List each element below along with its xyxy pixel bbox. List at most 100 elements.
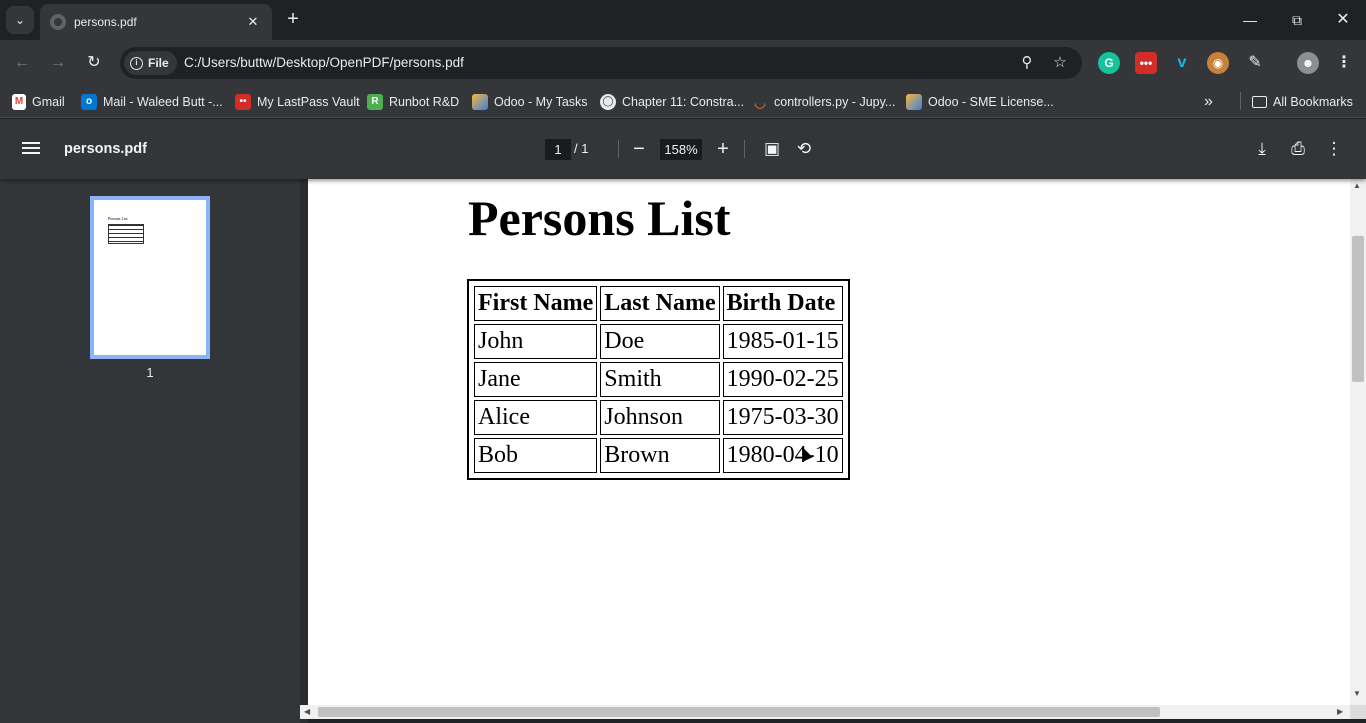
scroll-down-icon[interactable]: ▼ [1353, 689, 1361, 698]
runbot-icon: R [367, 94, 383, 110]
bookmark-chapter11[interactable]: ◯ Chapter 11: Constra... [600, 92, 744, 112]
table-cell: Johnson [600, 400, 720, 435]
column-header: First Name [474, 286, 598, 321]
zoom-level-input[interactable]: 158% [660, 139, 702, 160]
scroll-right-icon[interactable]: ▶ [1337, 707, 1343, 716]
info-icon: i [130, 56, 143, 70]
extensions-puzzle-icon[interactable]: ✎ [1244, 52, 1266, 74]
rotate-icon[interactable]: ⟲ [792, 137, 816, 161]
extension-icon[interactable]: ◉ [1207, 52, 1229, 74]
thumbnail-title: Persons List [108, 216, 128, 221]
bookmark-label: Chapter 11: Constra... [622, 95, 745, 109]
browser-menu-icon[interactable]: ⋮ [1333, 52, 1355, 74]
back-icon[interactable]: ← [10, 51, 34, 75]
zoom-in-icon[interactable]: + [711, 137, 735, 161]
bookmark-label: Odoo - SME License... [928, 95, 1054, 109]
pdf-more-icon[interactable]: ⋮ [1322, 137, 1346, 161]
download-icon[interactable]: ⤓ [1250, 137, 1274, 161]
document-heading: Persons List [468, 190, 731, 246]
bookmark-odoo-license[interactable]: Odoo - SME License... [906, 92, 1054, 112]
vertical-scroll-thumb[interactable] [1352, 236, 1364, 382]
minimize-icon[interactable]: — [1238, 8, 1262, 32]
lastpass-extension-icon[interactable]: ••• [1135, 52, 1157, 74]
restore-icon[interactable]: ⧉ [1285, 8, 1309, 32]
url-text[interactable]: C:/Users/buttw/Desktop/OpenPDF/persons.p… [184, 55, 464, 70]
tab-search-chevron-icon[interactable]: ⌄ [6, 6, 34, 34]
folder-icon [1252, 96, 1267, 108]
page-thumbnail[interactable]: Persons List [90, 196, 210, 359]
table-cell: 1990-02-25 [722, 362, 843, 397]
bookmark-label: Mail - Waleed Butt -... [103, 95, 223, 109]
table-cell: 1975-03-30 [722, 400, 843, 435]
table-cell: Bob [474, 438, 598, 473]
browser-toolbar: ← → ↻ i File C:/Users/buttw/Desktop/Open… [0, 40, 1366, 86]
bookmarks-divider [1240, 92, 1241, 110]
horizontal-scroll-thumb[interactable] [318, 707, 1160, 717]
more-bookmarks-chevron-icon[interactable]: » [1204, 92, 1213, 112]
toolbar-divider [618, 140, 619, 158]
bookmarks-bar: M Gmail o Mail - Waleed Butt -... •• My Las… [0, 86, 1366, 118]
table-row: Alice Johnson 1975-03-30 [474, 400, 843, 435]
all-bookmarks-label: All Bookmarks [1273, 95, 1353, 109]
table-cell: Smith [600, 362, 720, 397]
close-window-icon[interactable]: ✕ [1331, 8, 1355, 32]
scroll-left-icon[interactable]: ◀ [304, 707, 310, 716]
thumbnail-sidebar: Persons List 1 [0, 179, 300, 723]
bookmark-star-icon[interactable]: ☆ [1049, 52, 1071, 74]
tab-strip: ⌄ persons.pdf ✕ + — ⧉ ✕ [0, 0, 1366, 40]
reload-icon[interactable]: ↻ [82, 51, 106, 75]
forward-icon[interactable]: → [46, 51, 70, 75]
table-cell: Brown [600, 438, 720, 473]
outlook-icon: o [81, 94, 97, 110]
bookmark-label: My LastPass Vault [257, 95, 360, 109]
pdf-page: Persons List First Name Last Name Birth … [308, 179, 1350, 705]
bookmark-gmail[interactable]: M Gmail [12, 92, 65, 112]
page-number-input[interactable]: 1 [545, 139, 571, 160]
profile-avatar[interactable]: ☻ [1297, 52, 1319, 74]
bookmark-label: Runbot R&D [389, 95, 460, 109]
table-header-row: First Name Last Name Birth Date [474, 286, 843, 321]
table-cell: 1985-01-15 [722, 324, 843, 359]
bookmark-odoo-tasks[interactable]: Odoo - My Tasks [472, 92, 588, 112]
fit-to-page-icon[interactable]: ▣ [760, 137, 784, 161]
pdf-toolbar: persons.pdf 1 / 1 − 158% + ▣ ⟲ ⤓ ⎙ ⋮ [0, 119, 1366, 179]
lastpass-icon: •• [235, 94, 251, 110]
sidebar-menu-icon[interactable] [22, 139, 42, 159]
close-tab-icon[interactable]: ✕ [244, 14, 262, 30]
jupyter-icon: ◡ [754, 94, 766, 110]
sidebar-resize-handle[interactable] [300, 179, 308, 723]
all-bookmarks[interactable]: All Bookmarks [1252, 92, 1353, 112]
bookmark-jupyter[interactable]: ◡ controllers.py - Jupy... [752, 92, 896, 112]
bookmark-label: Gmail [32, 95, 65, 109]
globe-icon: ◯ [600, 94, 616, 110]
bookmark-runbot[interactable]: R Runbot R&D [367, 92, 459, 112]
odoo-icon [472, 94, 488, 110]
grammarly-icon[interactable]: G [1098, 52, 1120, 74]
bookmark-label: Odoo - My Tasks [494, 95, 588, 109]
thumbnail-table [108, 224, 144, 244]
table-cell: 1980-04-10 [722, 438, 843, 473]
print-icon[interactable]: ⎙ [1286, 137, 1310, 161]
table-cell: John [474, 324, 598, 359]
table-row: Jane Smith 1990-02-25 [474, 362, 843, 397]
thumbnail-page-number: 1 [146, 365, 154, 380]
persons-table: First Name Last Name Birth Date John Doe… [467, 279, 850, 480]
table-cell: Doe [600, 324, 720, 359]
bookmark-mail[interactable]: o Mail - Waleed Butt -... [81, 92, 223, 112]
toolbar-divider [744, 140, 745, 158]
scrollbar-corner [1350, 705, 1366, 719]
scroll-up-icon[interactable]: ▲ [1353, 181, 1361, 190]
bookmark-label: controllers.py - Jupy... [774, 95, 896, 109]
site-info-chip[interactable]: i File [124, 51, 177, 75]
odoo-icon [906, 94, 922, 110]
browser-tab[interactable]: persons.pdf ✕ [40, 4, 272, 40]
bookmark-lastpass[interactable]: •• My LastPass Vault [235, 92, 360, 112]
address-bar[interactable]: i File C:/Users/buttw/Desktop/OpenPDF/pe… [120, 47, 1082, 79]
new-tab-button[interactable]: + [282, 8, 304, 30]
zoom-icon[interactable]: ⚲ [1016, 52, 1038, 74]
zoom-out-icon[interactable]: − [627, 137, 651, 161]
gmail-icon: M [12, 94, 26, 110]
vimeo-icon[interactable]: v [1171, 52, 1193, 74]
pdf-title: persons.pdf [64, 141, 147, 157]
tab-title: persons.pdf [74, 15, 137, 29]
